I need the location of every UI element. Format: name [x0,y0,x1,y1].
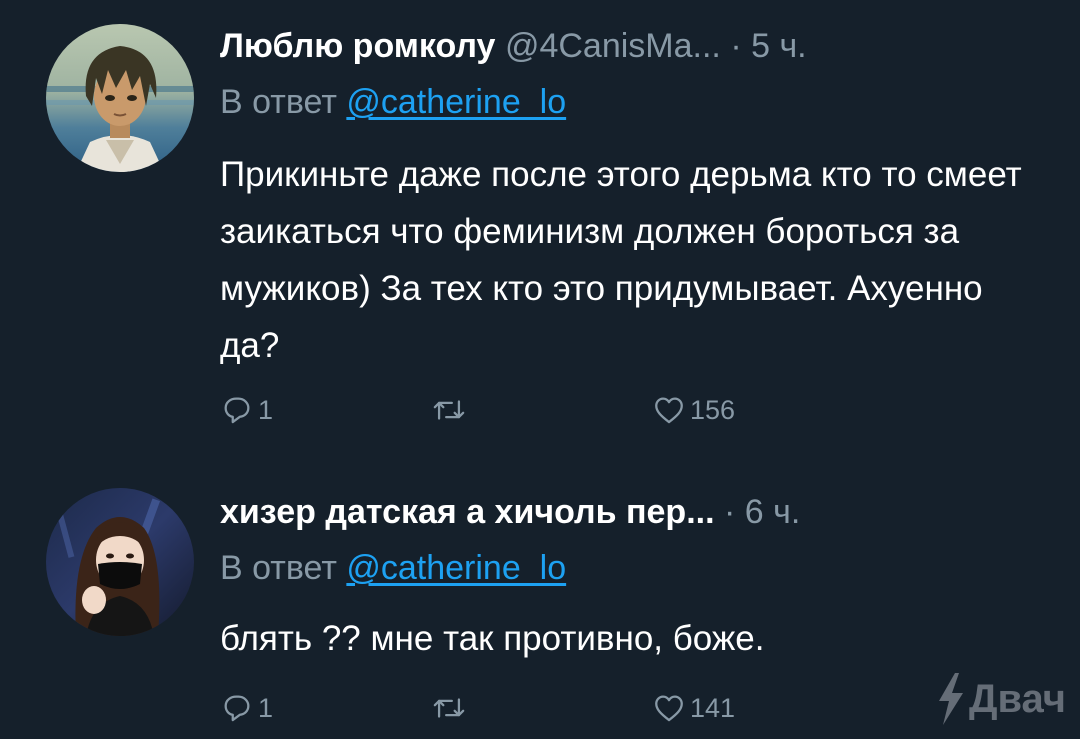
reply-icon [224,695,250,722]
display-name[interactable]: Люблю ромколу [220,27,495,65]
like-count: 156 [690,394,736,425]
tweet-text: Прикиньте даже после этого дерьма кто то… [220,155,1022,365]
user-handle[interactable]: @4CanisMa... [505,27,721,65]
display-name[interactable]: хизер датская а хичоль пер... [220,493,715,531]
mention-link[interactable]: @catherine_lo [346,549,566,587]
tweet-header: Люблю ромколу @4CanisMa... · 5 ч. [220,26,807,66]
retweet-icon [433,698,465,718]
reply-prefix: В ответ [220,549,337,587]
like-count: 141 [690,692,736,723]
reply-button[interactable]: 1 [220,688,273,728]
avatar[interactable] [46,488,194,636]
reply-prefix: В ответ [220,83,337,121]
timestamp[interactable]: 5 ч. [751,27,807,65]
lightning-icon [938,673,963,725]
avatar-image [46,24,194,172]
reply-count: 1 [258,692,274,723]
reply-context: В ответ @catherine_lo [220,82,566,122]
reply-count: 1 [258,394,274,425]
retweet-icon [433,400,465,420]
tweet-text: блять ?? мне так противно, боже. [220,619,765,658]
reply-icon [224,397,250,424]
avatar[interactable] [46,24,194,172]
reply-context: В ответ @catherine_lo [220,548,566,588]
retweet-button[interactable] [430,390,472,430]
timestamp[interactable]: 6 ч. [745,493,801,531]
tweet-header: хизер датская а хичоль пер... · 6 ч. [220,492,800,532]
watermark-text: Двач [968,676,1066,721]
heart-icon [655,695,683,722]
like-button[interactable]: 156 [652,390,735,430]
mention-link[interactable]: @catherine_lo [346,83,566,121]
avatar-image [46,488,194,636]
separator-dot: · [730,27,742,65]
tweet[interactable]: Люблю ромколу @4CanisMa... · 5 ч. В отве… [0,0,1080,460]
action-bar: 1 156 [220,390,840,430]
separator-dot: · [723,493,736,531]
action-bar: 1 141 [220,688,840,728]
reply-button[interactable]: 1 [220,390,273,430]
like-button[interactable]: 141 [652,688,735,728]
heart-icon [655,397,683,424]
watermark: Двач [935,673,1066,725]
tweet[interactable]: хизер датская а хичоль пер... · 6 ч. В о… [0,460,1080,739]
retweet-button[interactable] [430,688,472,728]
